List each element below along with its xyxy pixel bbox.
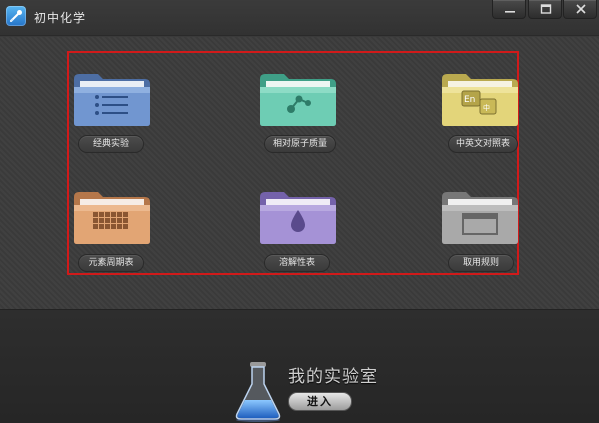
close-button[interactable] bbox=[563, 0, 597, 19]
periodic-table-icon bbox=[93, 212, 128, 229]
tile-label: 经典实验 bbox=[78, 135, 144, 153]
tile-label: 相对原子质量 bbox=[264, 135, 336, 153]
tile-label: 元素周期表 bbox=[78, 254, 144, 272]
app-window: 初中化学 经典实验 相对原子质量 En 中 中英文对照表 元素周期表 溶解性表 … bbox=[0, 0, 599, 423]
translate-icon: En 中 bbox=[461, 90, 497, 115]
list-icon bbox=[95, 95, 128, 115]
flask-icon bbox=[235, 362, 281, 422]
tile-label: 溶解性表 bbox=[264, 254, 330, 272]
svg-text:En: En bbox=[464, 95, 475, 105]
main-panel: 经典实验 相对原子质量 En 中 中英文对照表 元素周期表 溶解性表 取用规则 bbox=[0, 37, 599, 309]
svg-text:中: 中 bbox=[483, 103, 490, 112]
my-lab-title: 我的实验室 bbox=[288, 367, 378, 387]
molecule-icon bbox=[287, 95, 311, 113]
window-icon bbox=[462, 213, 498, 235]
minimize-icon bbox=[505, 11, 515, 13]
close-icon bbox=[576, 4, 586, 14]
drop-icon bbox=[291, 210, 305, 232]
enter-button[interactable]: 进入 bbox=[288, 392, 352, 411]
my-lab-section: 我的实验室 进入 bbox=[0, 309, 599, 423]
minimize-button[interactable] bbox=[492, 0, 526, 19]
tile-label: 取用规则 bbox=[448, 254, 514, 272]
title-bar: 初中化学 bbox=[0, 0, 599, 36]
app-title: 初中化学 bbox=[34, 11, 87, 25]
maximize-button[interactable] bbox=[528, 0, 562, 19]
tile-label: 中英文对照表 bbox=[448, 135, 518, 153]
app-logo-icon bbox=[6, 6, 26, 26]
maximize-icon bbox=[540, 4, 552, 14]
